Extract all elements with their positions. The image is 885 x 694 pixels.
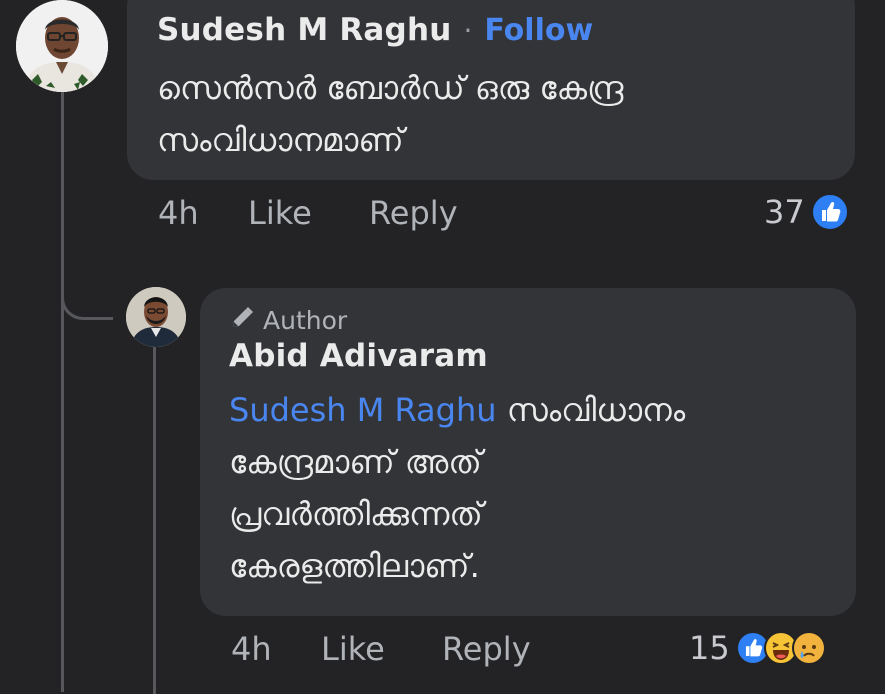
comment-header: Sudesh M Raghu · Follow (157, 12, 593, 54)
reply-text-fragment: സംവിധാനം (496, 391, 686, 429)
reply-author[interactable]: Abid Adivaram (229, 338, 488, 374)
reply-connector (61, 280, 113, 320)
reply-time: 4h (231, 630, 272, 668)
reply-text: Sudesh M Raghu സംവിധാനം കേന്ദ്രമാണ് അത് … (229, 384, 685, 592)
author-badge-label: Author (263, 305, 348, 335)
reply-reaction-count: 15 (689, 629, 730, 667)
sad-reaction-icon (791, 631, 826, 665)
reply-reaction-summary[interactable]: 15 (689, 629, 826, 667)
author-badge: Author (229, 305, 347, 335)
avatar-image (16, 0, 108, 92)
reply-text-line: കേരളത്തിലാണ്. (229, 547, 480, 585)
comment-author[interactable]: Sudesh M Raghu (157, 12, 452, 48)
comment-actions: 4h (158, 194, 199, 232)
comment-text-line: സംവിധാനമാണ് (157, 121, 404, 159)
comment-time: 4h (158, 194, 199, 232)
reply-text-line: കേന്ദ്രമാണ് അത് (229, 443, 482, 481)
reply-text-line: Sudesh M Raghu സംവിധാനം (229, 384, 685, 436)
reply-thread-line (153, 344, 156, 694)
reply-button[interactable]: Reply (369, 194, 458, 232)
reply-like-button[interactable]: Like (321, 630, 385, 668)
like-button[interactable]: Like (248, 194, 312, 232)
comment-text: സെൻസർ ബോർഡ് ഒരു കേന്ദ്ര സംവിധാനമാണ് (157, 62, 623, 166)
reaction-summary[interactable]: 37 (764, 193, 849, 231)
pencil-icon (229, 305, 255, 335)
comment-text-line: സെൻസർ ബോർഡ് ഒരു കേന്ദ്ര (157, 69, 624, 107)
thread-line (61, 92, 64, 692)
avatar-image (126, 287, 186, 347)
mention-link[interactable]: Sudesh M Raghu (229, 391, 497, 429)
like-reaction-icon (810, 193, 849, 231)
follow-button[interactable]: Follow (484, 13, 593, 48)
avatar-abid[interactable] (126, 287, 186, 347)
reaction-count: 37 (764, 193, 805, 231)
reply-reply-button[interactable]: Reply (442, 630, 531, 668)
avatar-sudesh[interactable] (16, 0, 108, 92)
reply-text-line: പ്രവർത്തിക്കുന്നത് (229, 495, 483, 533)
separator-dot: · (463, 14, 473, 47)
